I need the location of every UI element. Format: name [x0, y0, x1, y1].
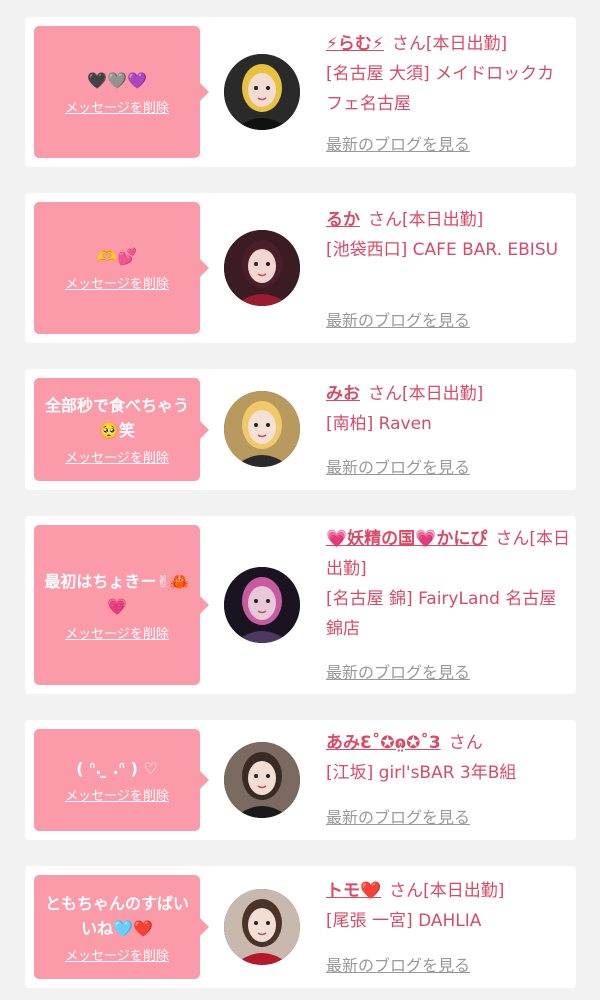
- message-card: 🫶💕 メッセージを削除 るか さん[本日出勤] [池袋西口] CAFE BAR. …: [25, 193, 576, 343]
- cast-name-link[interactable]: みお: [326, 384, 360, 404]
- avatar[interactable]: [224, 230, 300, 306]
- cast-name-line: みお さん[本日出勤]: [326, 379, 570, 409]
- delete-message-link[interactable]: メッセージを削除: [65, 623, 169, 642]
- shop-name: [尾張 一宮] DAHLIA: [326, 911, 482, 931]
- message-bubble: 🫶💕 メッセージを削除: [34, 202, 209, 334]
- message-card: 最初はちょきー✌︎🦀💗 メッセージを削除 💗妖精の国💗かにぴ さん[本日出勤] […: [25, 516, 576, 694]
- message-text: 🫶💕: [97, 247, 137, 266]
- avatar[interactable]: [224, 567, 300, 643]
- cast-info: トモ❤️ さん[本日出勤] [尾張 一宮] DAHLIA: [326, 876, 570, 936]
- cast-name-link[interactable]: トモ❤️: [326, 881, 381, 901]
- avatar[interactable]: [224, 742, 300, 818]
- cast-name-line: あみƐ˚✪ɷ̤✪˚3 さん: [326, 728, 570, 758]
- cast-name-link[interactable]: ⚡らむ⚡: [326, 34, 384, 54]
- message-card: ( ᐢ. ̫ .ᐢ ) ♡ メッセージを削除 あみƐ˚✪ɷ̤✪˚3 さん [江坂]…: [25, 720, 576, 840]
- honorific: さん: [389, 881, 424, 901]
- delete-message-link[interactable]: メッセージを削除: [65, 945, 169, 964]
- cast-name-line: トモ❤️ さん[本日出勤]: [326, 876, 570, 906]
- message-text: ( ᐢ. ̫ .ᐢ ) ♡: [76, 759, 158, 778]
- cast-info: みお さん[本日出勤] [南柏] Raven: [326, 379, 570, 439]
- cast-name-line: るか さん[本日出勤]: [326, 205, 570, 235]
- message-text: ともちゃんのすばいいね🩵❤️: [44, 893, 189, 938]
- attendance-status: [本日出勤]: [423, 881, 505, 901]
- cast-info: ⚡らむ⚡ さん[本日出勤] [名古屋 大須] メイドロックカフェ名古屋: [326, 29, 570, 119]
- message-bubble: ともちゃんのすばいいね🩵❤️ メッセージを削除: [34, 875, 209, 979]
- cast-info: るか さん[本日出勤] [池袋西口] CAFE BAR. EBISU: [326, 205, 570, 265]
- cast-name-link[interactable]: あみƐ˚✪ɷ̤✪˚3: [326, 733, 441, 753]
- message-bubble: 最初はちょきー✌︎🦀💗 メッセージを削除: [34, 525, 209, 685]
- latest-blog-link[interactable]: 最新のブログを見る: [326, 804, 470, 828]
- cast-info: 💗妖精の国💗かにぴ さん[本日出勤] [名古屋 錦] FairyLand 名古屋錦…: [326, 524, 570, 644]
- latest-blog-link[interactable]: 最新のブログを見る: [326, 659, 470, 683]
- shop-name: [南柏] Raven: [326, 414, 432, 434]
- shop-name: [名古屋 錦] FairyLand 名古屋錦店: [326, 589, 557, 639]
- honorific: さん: [448, 733, 483, 753]
- latest-blog-link[interactable]: 最新のブログを見る: [326, 952, 470, 976]
- message-card: ともちゃんのすばいいね🩵❤️ メッセージを削除 トモ❤️ さん[本日出勤] [尾張…: [25, 866, 576, 988]
- message-bubble: 全部秒で食べちゃう🥺笑 メッセージを削除: [34, 378, 209, 481]
- avatar[interactable]: [224, 889, 300, 965]
- message-text: 最初はちょきー✌︎🦀💗: [44, 571, 190, 616]
- latest-blog-link[interactable]: 最新のブログを見る: [326, 454, 470, 478]
- latest-blog-link[interactable]: 最新のブログを見る: [326, 131, 470, 155]
- message-bubble: ( ᐢ. ̫ .ᐢ ) ♡ メッセージを削除: [34, 729, 209, 831]
- honorific: さん: [368, 210, 402, 230]
- honorific: さん: [368, 384, 402, 404]
- shop-name: [池袋西口] CAFE BAR. EBISU: [326, 240, 559, 260]
- cast-info: あみƐ˚✪ɷ̤✪˚3 さん [江坂] girl'sBAR 3年B組: [326, 728, 570, 788]
- delete-message-link[interactable]: メッセージを削除: [65, 785, 169, 804]
- honorific: さん: [495, 529, 530, 549]
- shop-name: [江坂] girl'sBAR 3年B組: [326, 763, 517, 783]
- attendance-status: [本日出勤]: [402, 210, 484, 230]
- cast-name-line: 💗妖精の国💗かにぴ さん[本日出勤]: [326, 524, 570, 584]
- delete-message-link[interactable]: メッセージを削除: [65, 273, 169, 292]
- cast-name-link[interactable]: るか: [326, 210, 360, 230]
- message-text: 🖤🩶💜: [87, 71, 147, 90]
- shop-name: [名古屋 大須] メイドロックカフェ名古屋: [326, 64, 555, 114]
- message-card: 🖤🩶💜 メッセージを削除 ⚡らむ⚡ さん[本日出勤] [名古屋 大須] メイドロッ…: [25, 17, 576, 167]
- cast-name-line: ⚡らむ⚡ さん[本日出勤]: [326, 29, 570, 59]
- message-bubble: 🖤🩶💜 メッセージを削除: [34, 26, 209, 158]
- delete-message-link[interactable]: メッセージを削除: [65, 97, 169, 116]
- avatar[interactable]: [224, 391, 300, 467]
- attendance-status: [本日出勤]: [402, 384, 484, 404]
- attendance-status: [本日出勤]: [425, 34, 508, 54]
- latest-blog-link[interactable]: 最新のブログを見る: [326, 307, 470, 331]
- message-card: 全部秒で食べちゃう🥺笑 メッセージを削除 みお さん[本日出勤] [南柏] Rav…: [25, 369, 576, 490]
- message-list: 🖤🩶💜 メッセージを削除 ⚡らむ⚡ さん[本日出勤] [名古屋 大須] メイドロッ…: [0, 0, 600, 1000]
- avatar[interactable]: [224, 54, 300, 130]
- honorific: さん: [391, 34, 426, 54]
- delete-message-link[interactable]: メッセージを削除: [65, 447, 169, 466]
- cast-name-link[interactable]: 💗妖精の国💗かにぴ: [326, 529, 487, 549]
- message-text: 全部秒で食べちゃう🥺笑: [44, 396, 189, 440]
